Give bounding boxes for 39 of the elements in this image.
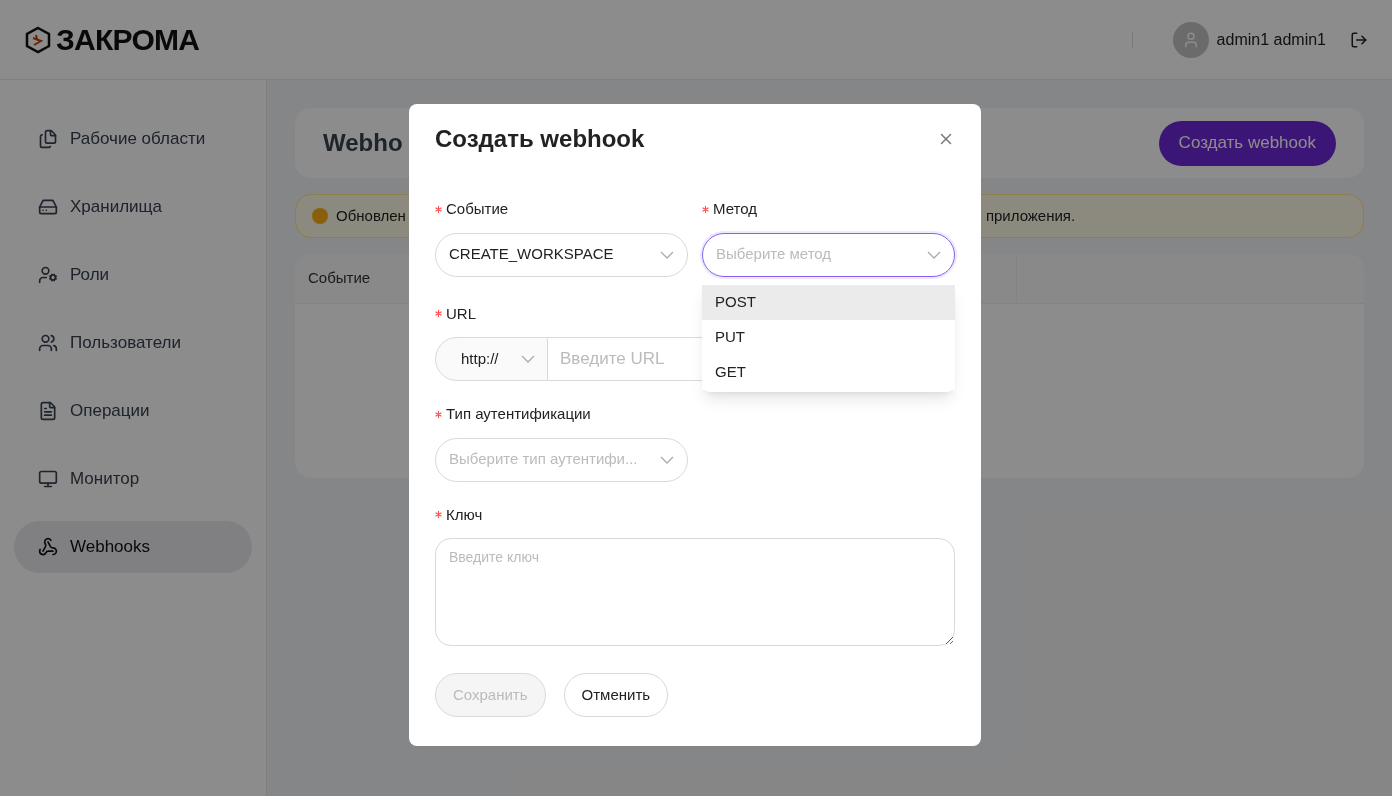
field-label: Ключ [446, 504, 483, 525]
user-name: admin1 admin1 [1216, 29, 1326, 50]
sidebar-item[interactable]: Webhooks [14, 521, 252, 573]
sidebar-item[interactable]: Пользователи [14, 317, 252, 369]
dropdown-option[interactable]: GET [702, 355, 955, 390]
sidebar-icon [38, 129, 58, 149]
dialog-title: Создать webhook [435, 124, 645, 154]
sidebar-item[interactable]: Монитор [14, 453, 252, 505]
chevron-down-icon [660, 250, 674, 259]
logo-text: ЗАКРОМА [56, 22, 200, 58]
sidebar-item[interactable]: Роли [14, 249, 252, 301]
warning-text: Обновлен [336, 205, 406, 226]
field-label: Тип аутентификации [446, 404, 591, 424]
hexagon-logo-icon [24, 25, 52, 54]
sidebar-icon [38, 537, 58, 557]
key-textarea[interactable]: Введите ключ [435, 538, 955, 646]
sidebar-icon [38, 333, 58, 353]
sidebar-item[interactable]: Хранилища [14, 181, 252, 233]
chevron-down-icon [521, 355, 535, 363]
protocol-select[interactable]: http:// [435, 337, 548, 381]
field-label: URL [446, 303, 476, 324]
chevron-down-icon [927, 250, 941, 259]
sidebar-item[interactable]: Операции [14, 385, 252, 437]
create-webhook-button[interactable]: Создать webhook [1158, 120, 1336, 166]
warning-text: приложения. [985, 205, 1076, 226]
logout-icon[interactable] [1350, 30, 1368, 49]
field-label: Метод [713, 199, 757, 219]
sidebar-item[interactable]: Рабочие области [14, 113, 252, 165]
chevron-down-icon [660, 455, 674, 464]
page-title: Webho [323, 128, 403, 158]
sidebar-icon [38, 265, 58, 285]
dropdown-option[interactable]: PUT [702, 320, 955, 355]
sidebar-icon [38, 401, 58, 421]
dropdown-option[interactable]: POST [702, 285, 955, 320]
sidebar-icon [38, 197, 58, 217]
warning-icon [312, 208, 328, 224]
cancel-button[interactable]: Отменить [563, 673, 669, 717]
field-label: Событие [446, 199, 509, 219]
sidebar-icon [38, 469, 58, 489]
